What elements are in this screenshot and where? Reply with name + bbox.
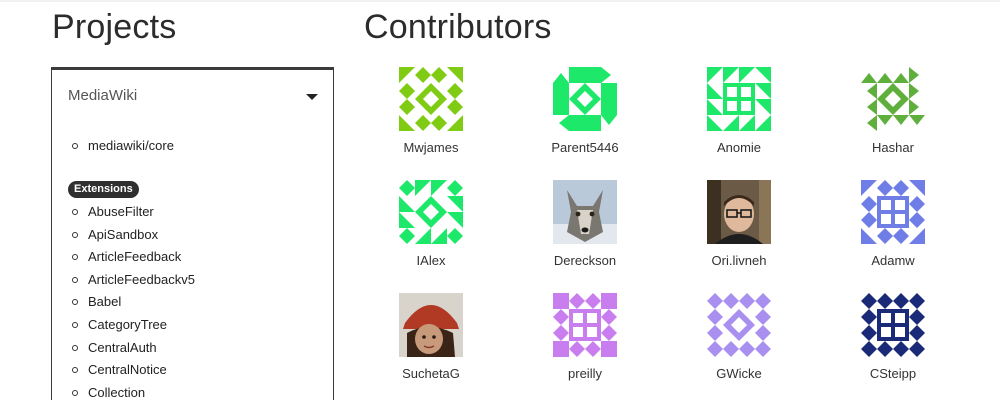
contributor-card[interactable]: Mwjames — [361, 67, 501, 156]
avatar-image[interactable] — [399, 293, 463, 357]
avatar[interactable] — [861, 293, 925, 357]
projects-panel: MediaWiki mediawiki/core Extensions Abus… — [51, 67, 334, 400]
project-item[interactable]: Babel — [72, 292, 195, 315]
project-item[interactable]: ApiSandbox — [72, 225, 195, 248]
contributor-name[interactable]: SuchetaG — [361, 366, 501, 382]
contributor-name[interactable]: IAlex — [361, 253, 501, 269]
project-item[interactable]: CategoryTree — [72, 315, 195, 338]
contributor-name[interactable]: Adamw — [823, 253, 963, 269]
avatar[interactable] — [553, 180, 617, 244]
project-item[interactable]: ArticleFeedback — [72, 247, 195, 270]
avatar-image[interactable] — [707, 293, 771, 357]
avatar[interactable] — [399, 67, 463, 131]
avatar[interactable] — [707, 180, 771, 244]
avatar-image[interactable] — [861, 180, 925, 244]
avatar[interactable] — [861, 180, 925, 244]
project-select[interactable]: MediaWiki — [52, 70, 333, 122]
bullet-icon — [72, 209, 78, 215]
avatar-image[interactable] — [861, 67, 925, 131]
contributor-name[interactable]: Anomie — [669, 140, 809, 156]
bullet-icon — [72, 254, 78, 261]
contributor-card[interactable]: IAlex — [361, 180, 501, 269]
contributor-card[interactable]: Ori.livneh — [669, 180, 809, 269]
contributor-card[interactable]: Parent5446 — [515, 67, 655, 156]
avatar-image[interactable] — [553, 67, 617, 131]
contributor-name[interactable]: preilly — [515, 366, 655, 382]
bullet-icon — [72, 367, 78, 374]
contributors-heading: Contributors — [364, 8, 552, 46]
contributor-card[interactable]: Hashar — [823, 67, 963, 156]
contributor-name[interactable]: Dereckson — [515, 253, 655, 269]
avatar-image[interactable] — [399, 180, 463, 244]
contributor-name[interactable]: Ori.livneh — [669, 253, 809, 269]
avatar-image[interactable] — [553, 180, 617, 244]
bullet-icon — [72, 389, 78, 396]
top-border — [0, 0, 1000, 2]
project-item[interactable]: AbuseFilter — [72, 202, 195, 225]
avatar-image[interactable] — [861, 293, 925, 357]
projects-heading: Projects — [52, 8, 177, 46]
extensions-badge: Extensions — [68, 181, 139, 198]
extension-list: AbuseFilter ApiSandbox ArticleFeedback A… — [72, 202, 195, 400]
bullet-icon — [72, 344, 78, 351]
contributor-card[interactable]: GWicke — [669, 293, 809, 382]
project-item[interactable]: CentralAuth — [72, 338, 195, 361]
contributor-name[interactable]: Parent5446 — [515, 140, 655, 156]
avatar-image[interactable] — [707, 67, 771, 131]
project-item[interactable]: CentralNotice — [72, 360, 195, 383]
avatar-image[interactable] — [707, 180, 771, 244]
avatar-image[interactable] — [553, 293, 617, 357]
avatar[interactable] — [707, 67, 771, 131]
bullet-icon — [72, 231, 78, 238]
bullet-icon — [72, 276, 78, 283]
avatar[interactable] — [553, 67, 617, 131]
avatar[interactable] — [707, 293, 771, 357]
project-item[interactable]: ArticleFeedbackv5 — [72, 270, 195, 293]
bullet-icon — [72, 299, 78, 306]
contributor-card[interactable]: SuchetaG — [361, 293, 501, 382]
contributor-name[interactable]: CSteipp — [823, 366, 963, 382]
contributor-card[interactable]: Anomie — [669, 67, 809, 156]
avatar[interactable] — [399, 180, 463, 244]
contributor-name[interactable]: Hashar — [823, 140, 963, 156]
project-item[interactable]: Collection — [72, 383, 195, 400]
avatar-image[interactable] — [399, 67, 463, 131]
bullet-icon — [72, 143, 78, 149]
chevron-down-icon[interactable] — [306, 94, 318, 100]
contributor-name[interactable]: GWicke — [669, 366, 809, 382]
avatar[interactable] — [399, 293, 463, 357]
contributor-card[interactable]: CSteipp — [823, 293, 963, 382]
project-select-value: MediaWiki — [68, 87, 138, 104]
core-project-list: mediawiki/core — [72, 136, 174, 159]
avatar[interactable] — [553, 293, 617, 357]
bullet-icon — [72, 321, 78, 328]
contributor-card[interactable]: preilly — [515, 293, 655, 382]
contributor-card[interactable]: Dereckson — [515, 180, 655, 269]
project-item[interactable]: mediawiki/core — [72, 136, 174, 159]
contributor-card[interactable]: Adamw — [823, 180, 963, 269]
contributor-name[interactable]: Mwjames — [361, 140, 501, 156]
avatar[interactable] — [861, 67, 925, 131]
